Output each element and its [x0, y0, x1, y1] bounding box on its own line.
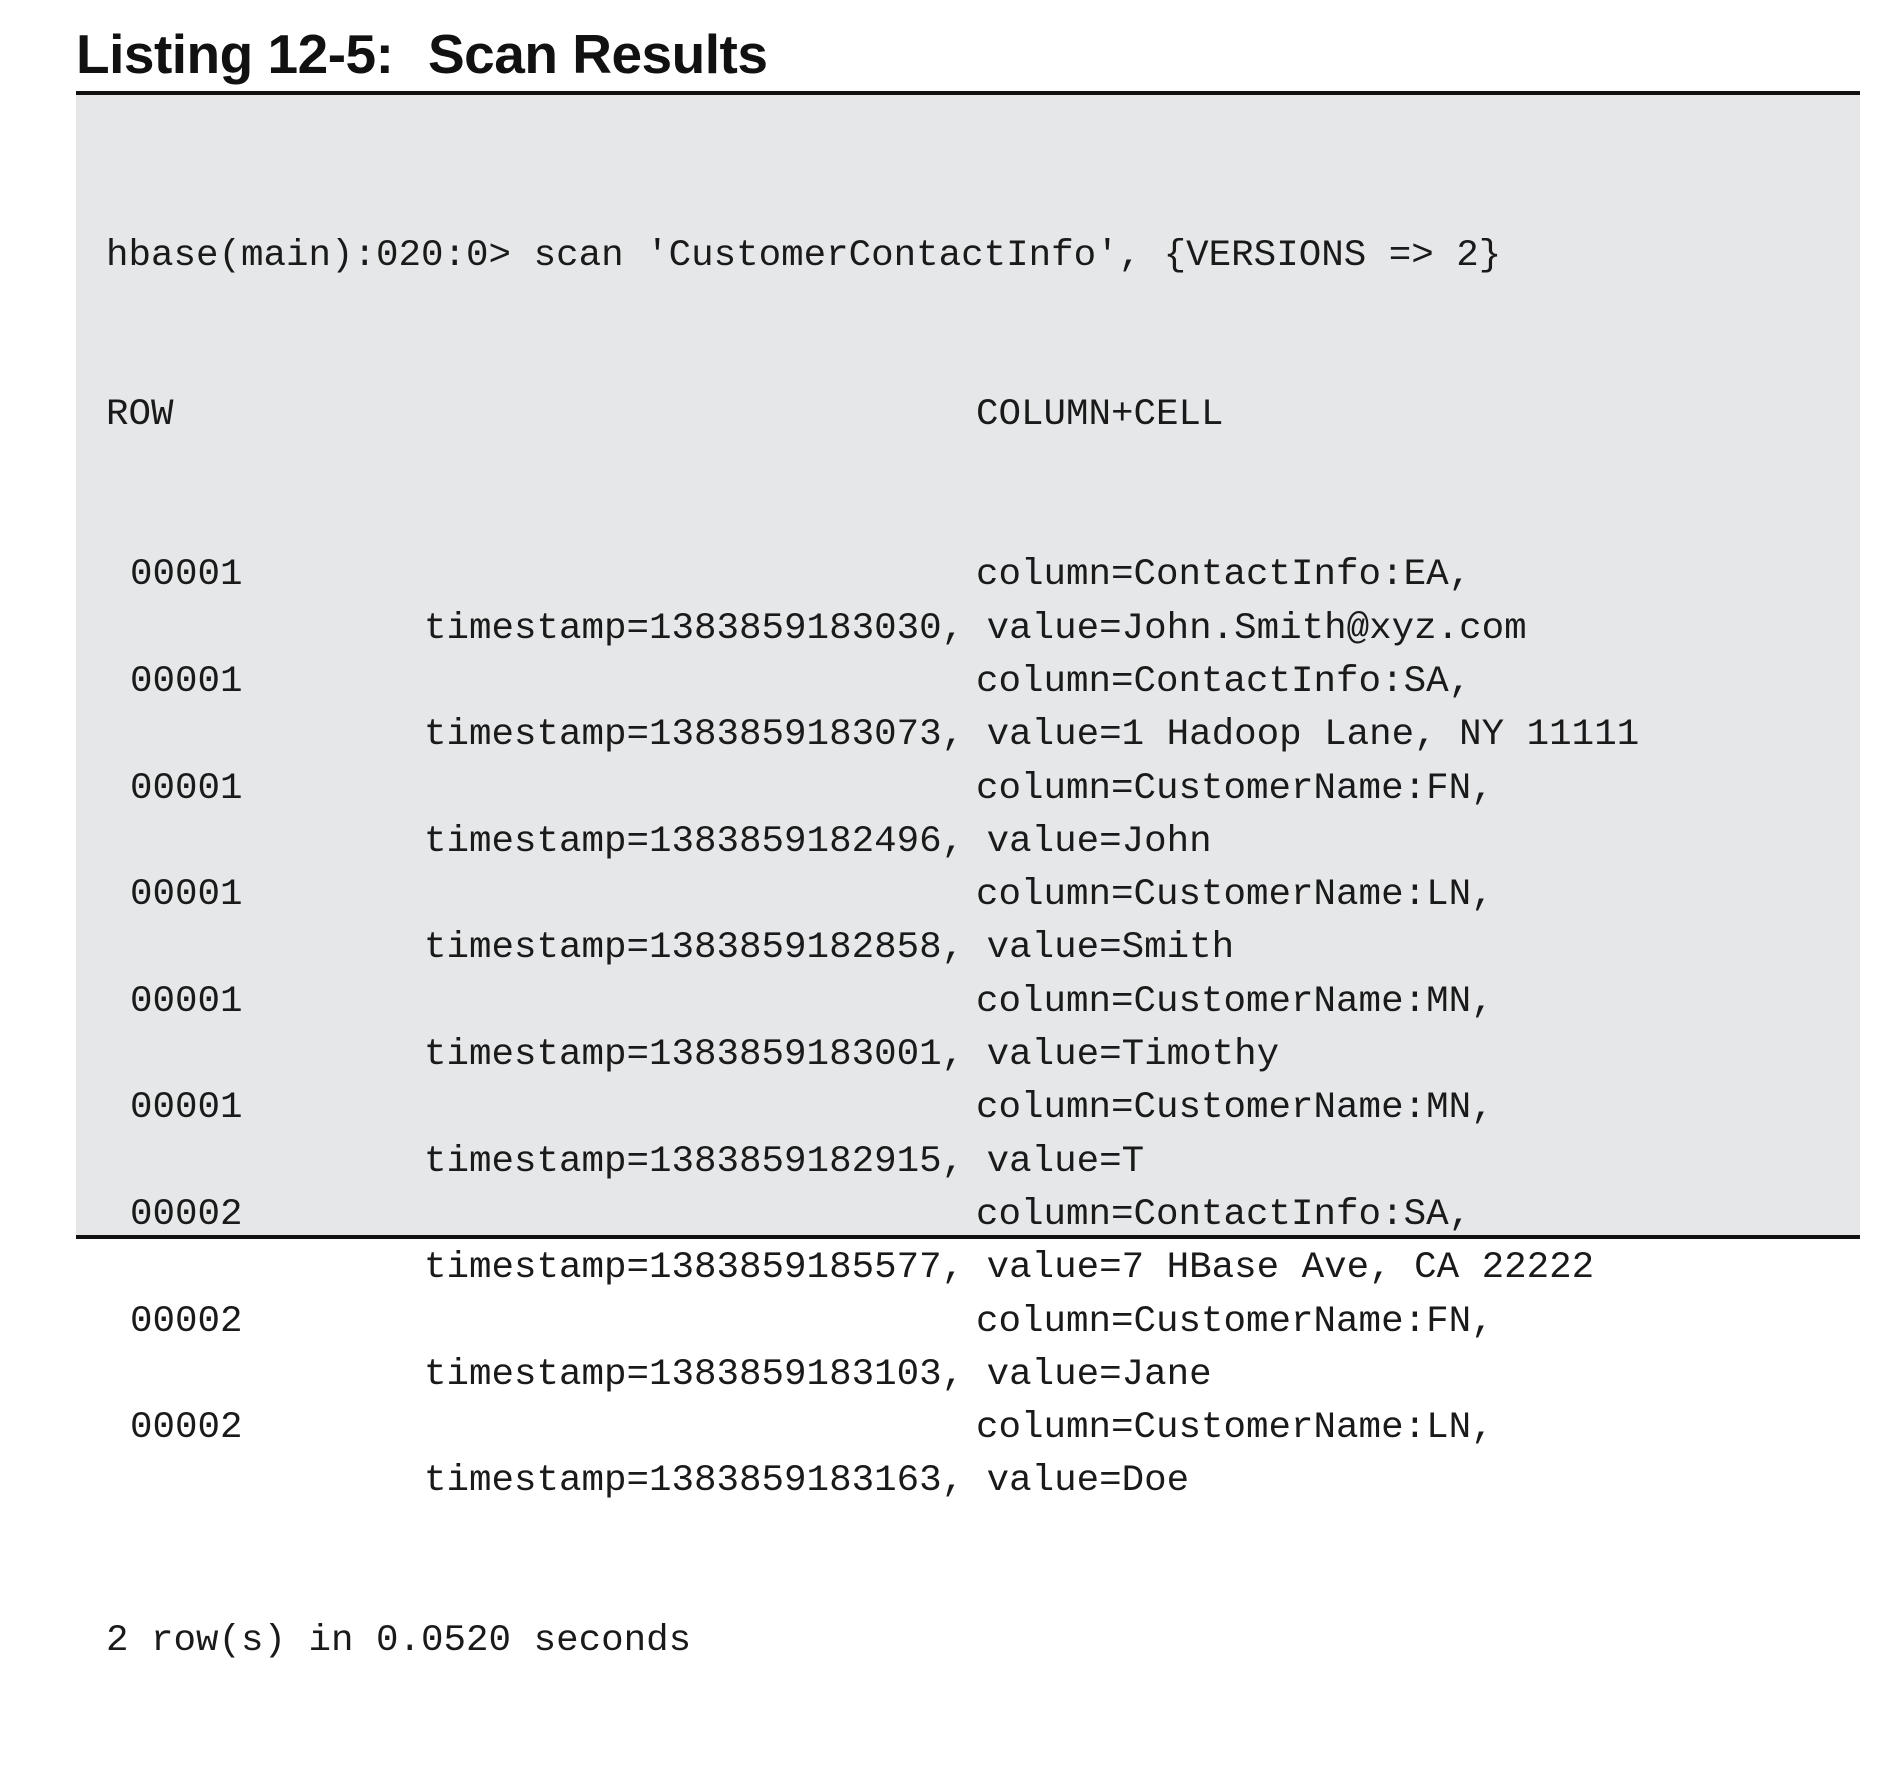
scan-row-line: 00001 column=CustomerName:LN, [106, 869, 1639, 922]
row-key: 00001 [130, 874, 243, 917]
row-key: 00001 [130, 980, 243, 1023]
row-key: 00001 [130, 1087, 243, 1130]
column-name: column=ContactInfo:SA, [976, 660, 1472, 703]
timestamp-value-line: timestamp=1383859182915, value=T [424, 1140, 1145, 1183]
row-key: 00002 [130, 1300, 243, 1343]
scan-row-line: 00001 column=CustomerName:MN, [106, 976, 1639, 1029]
summary-line: 2 row(s) in 0.0520 seconds [106, 1620, 692, 1663]
scan-row-line: 00002 column=CustomerName:FN, [106, 1296, 1639, 1349]
row-key: 00001 [130, 767, 243, 810]
timestamp-value-line: timestamp=1383859182496, value=John [424, 820, 1212, 863]
timestamp-value-line: timestamp=1383859183163, value=Doe [424, 1460, 1190, 1503]
column-header: ROW COLUMN+CELL [106, 389, 1639, 442]
column-name: column=CustomerName:MN, [976, 1087, 1494, 1130]
command-line: hbase(main):020:0> scan 'CustomerContact… [106, 234, 1502, 277]
scan-row-line: 00001 column=ContactInfo:SA, [106, 656, 1639, 709]
scan-entries: 00001 column=ContactInfo:EA, timestamp=138… [106, 549, 1639, 1508]
row-header: ROW [106, 394, 174, 437]
column-name: column=CustomerName:FN, [976, 767, 1494, 810]
listing-heading: Listing 12-5: Scan Results [76, 16, 1860, 82]
scan-row-line: 00001 column=CustomerName:FN, [106, 763, 1639, 816]
column-name: column=CustomerName:FN, [976, 1300, 1494, 1343]
column-name: column=CustomerName:LN, [976, 1407, 1494, 1450]
row-key: 00001 [130, 660, 243, 703]
timestamp-value-line: timestamp=1383859185577, value=7 HBase A… [424, 1247, 1595, 1290]
scan-row-line: 00002 column=CustomerName:LN, [106, 1402, 1639, 1455]
code-listing: Listing 12-5: Scan Results hbase(main):0… [76, 16, 1860, 1662]
scan-row-line: 00001 column=ContactInfo:EA, [106, 549, 1639, 602]
timestamp-value-line: timestamp=1383859182858, value=Smith [424, 927, 1235, 970]
scan-row-line: 00002 column=ContactInfo:SA, [106, 1189, 1639, 1242]
listing-title: Scan Results [428, 23, 768, 85]
console-output: hbase(main):020:0> scan 'CustomerContact… [106, 123, 1639, 1775]
timestamp-value-line: timestamp=1383859183001, value=Timothy [424, 1034, 1280, 1077]
column-name: column=CustomerName:MN, [976, 980, 1494, 1023]
column-name: column=ContactInfo:EA, [976, 554, 1472, 597]
column-cell-header: COLUMN+CELL [976, 394, 1224, 437]
column-name: column=CustomerName:LN, [976, 874, 1494, 917]
row-key: 00002 [130, 1407, 243, 1450]
row-key: 00002 [130, 1193, 243, 1236]
timestamp-value-line: timestamp=1383859183073, value=1 Hadoop … [424, 714, 1640, 757]
code-block: hbase(main):020:0> scan 'CustomerContact… [76, 95, 1860, 1662]
row-key: 00001 [130, 554, 243, 597]
timestamp-value-line: timestamp=1383859183103, value=Jane [424, 1353, 1212, 1396]
column-name: column=ContactInfo:SA, [976, 1193, 1472, 1236]
timestamp-value-line: timestamp=1383859183030, value=John.Smit… [424, 607, 1527, 650]
listing-number: Listing 12-5: [76, 23, 394, 85]
scan-row-line: 00001 column=CustomerName:MN, [106, 1082, 1639, 1135]
